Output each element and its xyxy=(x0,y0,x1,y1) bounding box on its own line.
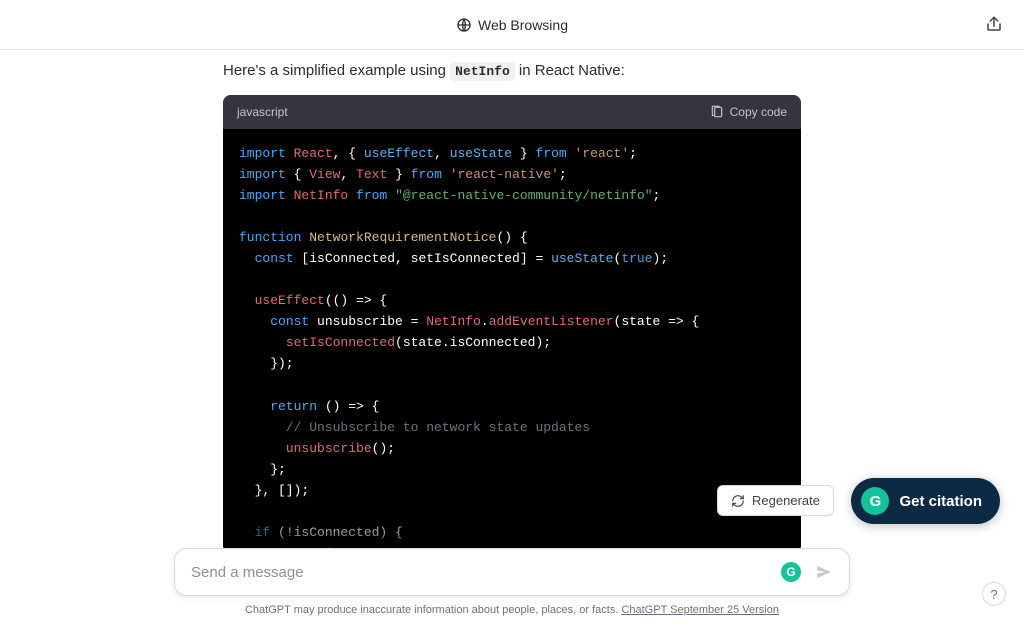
help-label: ? xyxy=(990,587,997,602)
get-citation-button[interactable]: G Get citation xyxy=(851,478,1000,524)
refresh-icon xyxy=(731,494,745,508)
send-button[interactable] xyxy=(811,561,837,583)
clipboard-icon xyxy=(710,105,724,119)
code-body[interactable]: import React, { useEffect, useState } fr… xyxy=(223,129,801,553)
composer-area: G ChatGPT may produce inaccurate informa… xyxy=(0,548,1024,616)
share-button[interactable] xyxy=(984,14,1004,34)
version-link[interactable]: ChatGPT September 25 Version xyxy=(621,604,779,616)
assistant-message: Here's a simplified example using NetInf… xyxy=(223,62,801,553)
get-citation-label: Get citation xyxy=(899,493,982,510)
composer[interactable]: G xyxy=(174,548,850,596)
model-title-text: Web Browsing xyxy=(478,17,568,33)
intro-text: Here's a simplified example using NetInf… xyxy=(223,62,801,79)
grammarly-icon: G xyxy=(861,487,889,515)
code-language-label: javascript xyxy=(237,105,288,119)
intro-pre: Here's a simplified example using xyxy=(223,62,450,79)
message-input[interactable] xyxy=(191,564,771,581)
help-button[interactable]: ? xyxy=(982,582,1006,606)
model-title: Web Browsing xyxy=(456,17,568,33)
inline-code-netinfo: NetInfo xyxy=(450,62,515,81)
intro-post: in React Native: xyxy=(515,62,625,79)
copy-code-button[interactable]: Copy code xyxy=(710,105,787,119)
regenerate-label: Regenerate xyxy=(752,493,820,508)
top-bar: Web Browsing xyxy=(0,0,1024,50)
grammarly-badge-icon[interactable]: G xyxy=(781,562,801,582)
content-area: Here's a simplified example using NetInf… xyxy=(0,50,1024,624)
code-block: javascript Copy code import React, { use… xyxy=(223,95,801,553)
copy-code-label: Copy code xyxy=(730,105,787,119)
code-header: javascript Copy code xyxy=(223,95,801,129)
disclaimer-body: ChatGPT may produce inaccurate informati… xyxy=(245,604,621,616)
disclaimer-text: ChatGPT may produce inaccurate informati… xyxy=(245,604,779,616)
regenerate-button[interactable]: Regenerate xyxy=(717,485,834,516)
globe-icon xyxy=(456,17,472,33)
